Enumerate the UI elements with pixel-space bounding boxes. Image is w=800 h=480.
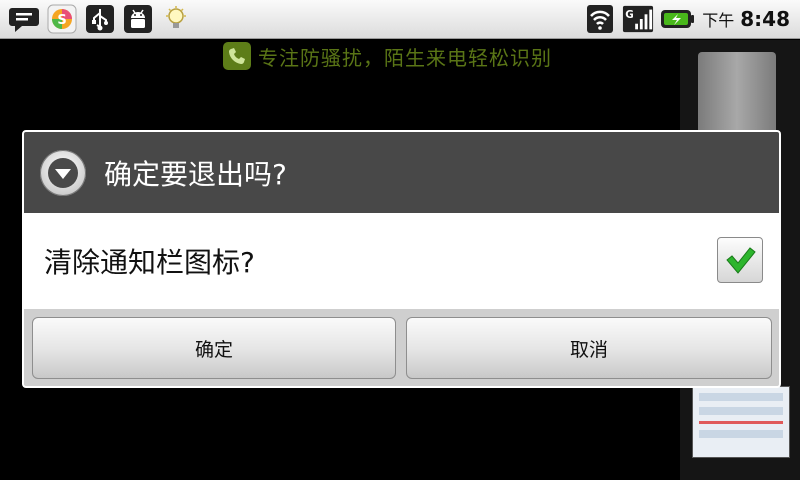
dialog-title-bar: 确定要退出吗? (24, 132, 779, 214)
system-icons: G 下午 8:48 (584, 0, 800, 38)
dialog-body: 清除通知栏图标? (24, 213, 779, 309)
background-thumbnail (692, 386, 790, 458)
checkmark-icon (726, 247, 756, 274)
clock: 8:48 (740, 7, 790, 31)
usb-icon[interactable] (84, 3, 116, 35)
chat-bubble-icon[interactable] (8, 3, 40, 35)
clear-notification-checkbox[interactable] (717, 237, 763, 283)
signal-type-label: G (626, 9, 635, 21)
dialog-message: 清除通知栏图标? (44, 246, 255, 279)
dialog-title: 确定要退出吗? (104, 157, 287, 191)
wifi-icon (584, 3, 616, 35)
chevron-down-circle-icon (40, 149, 86, 196)
screen: S G 下午 8:48 专注防骚扰，陌生来电轻松识别 确定要退出吗? 清除通知栏… (0, 0, 800, 480)
cancel-button[interactable]: 取消 (406, 317, 772, 379)
dialog-button-bar: 确定 取消 (24, 309, 779, 386)
exit-dialog: 确定要退出吗? 清除通知栏图标? 确定 取消 (22, 130, 781, 388)
background-banner: 专注防骚扰，陌生来电轻松识别 (222, 40, 552, 72)
android-debug-icon[interactable] (122, 3, 154, 35)
signal-icon: G (622, 3, 654, 35)
banner-text: 专注防骚扰，陌生来电轻松识别 (258, 45, 552, 70)
status-bar: S G 下午 8:48 (0, 0, 800, 39)
confirm-button[interactable]: 确定 (32, 317, 396, 379)
phone-shield-icon (223, 42, 251, 70)
svg-text:S: S (57, 13, 66, 28)
app-store-icon[interactable]: S (46, 3, 78, 35)
notification-icons: S (0, 0, 192, 38)
battery-charging-icon (660, 3, 696, 35)
lightbulb-icon[interactable] (160, 3, 192, 35)
ampm-label: 下午 (702, 11, 735, 30)
